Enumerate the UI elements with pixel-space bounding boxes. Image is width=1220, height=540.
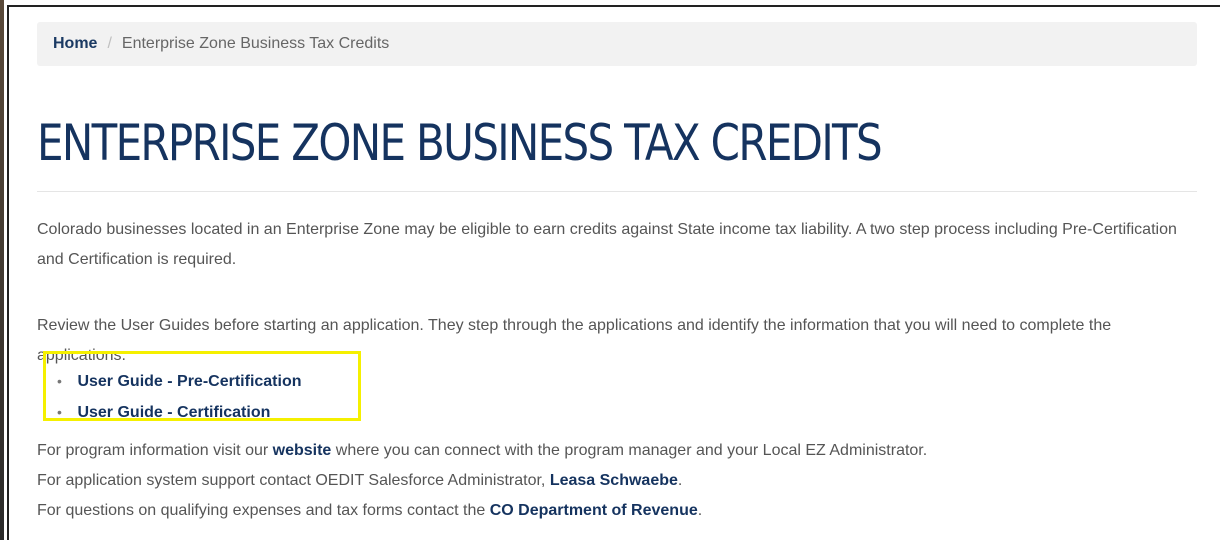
breadcrumb-current: Enterprise Zone Business Tax Credits [121, 35, 390, 52]
breadcrumb-home-link[interactable]: Home [53, 35, 97, 53]
revenue-info-line: For questions on qualifying expenses and… [37, 496, 1197, 526]
breadcrumb: Home / Enterprise Zone Business Tax Cred… [37, 22, 1197, 66]
window-edge [0, 0, 4, 540]
info-text: . [697, 502, 703, 519]
page-title: ENTERPRISE ZONE BUSINESS TAX CREDITS [37, 114, 883, 172]
department-of-revenue-link[interactable]: CO Department of Revenue [490, 502, 698, 519]
info-text: For application system support contact O… [37, 472, 550, 489]
intro-paragraph: Colorado businesses located in an Enterp… [37, 221, 1177, 268]
main-content: Home / Enterprise Zone Business Tax Cred… [37, 22, 1197, 519]
title-divider [37, 191, 1197, 192]
highlight-box [43, 351, 361, 421]
website-link[interactable]: website [273, 442, 332, 459]
info-text: . [677, 472, 683, 489]
info-text: For program information visit our [37, 442, 273, 459]
info-text: For questions on qualifying expenses and… [37, 502, 490, 519]
support-info-line: For application system support contact O… [37, 466, 1197, 496]
admin-contact-link[interactable]: Leasa Schwaebe [550, 472, 678, 489]
info-text: where you can connect with the program m… [331, 442, 928, 459]
breadcrumb-separator: / [107, 35, 112, 52]
program-info-line: For program information visit our websit… [37, 436, 1197, 466]
